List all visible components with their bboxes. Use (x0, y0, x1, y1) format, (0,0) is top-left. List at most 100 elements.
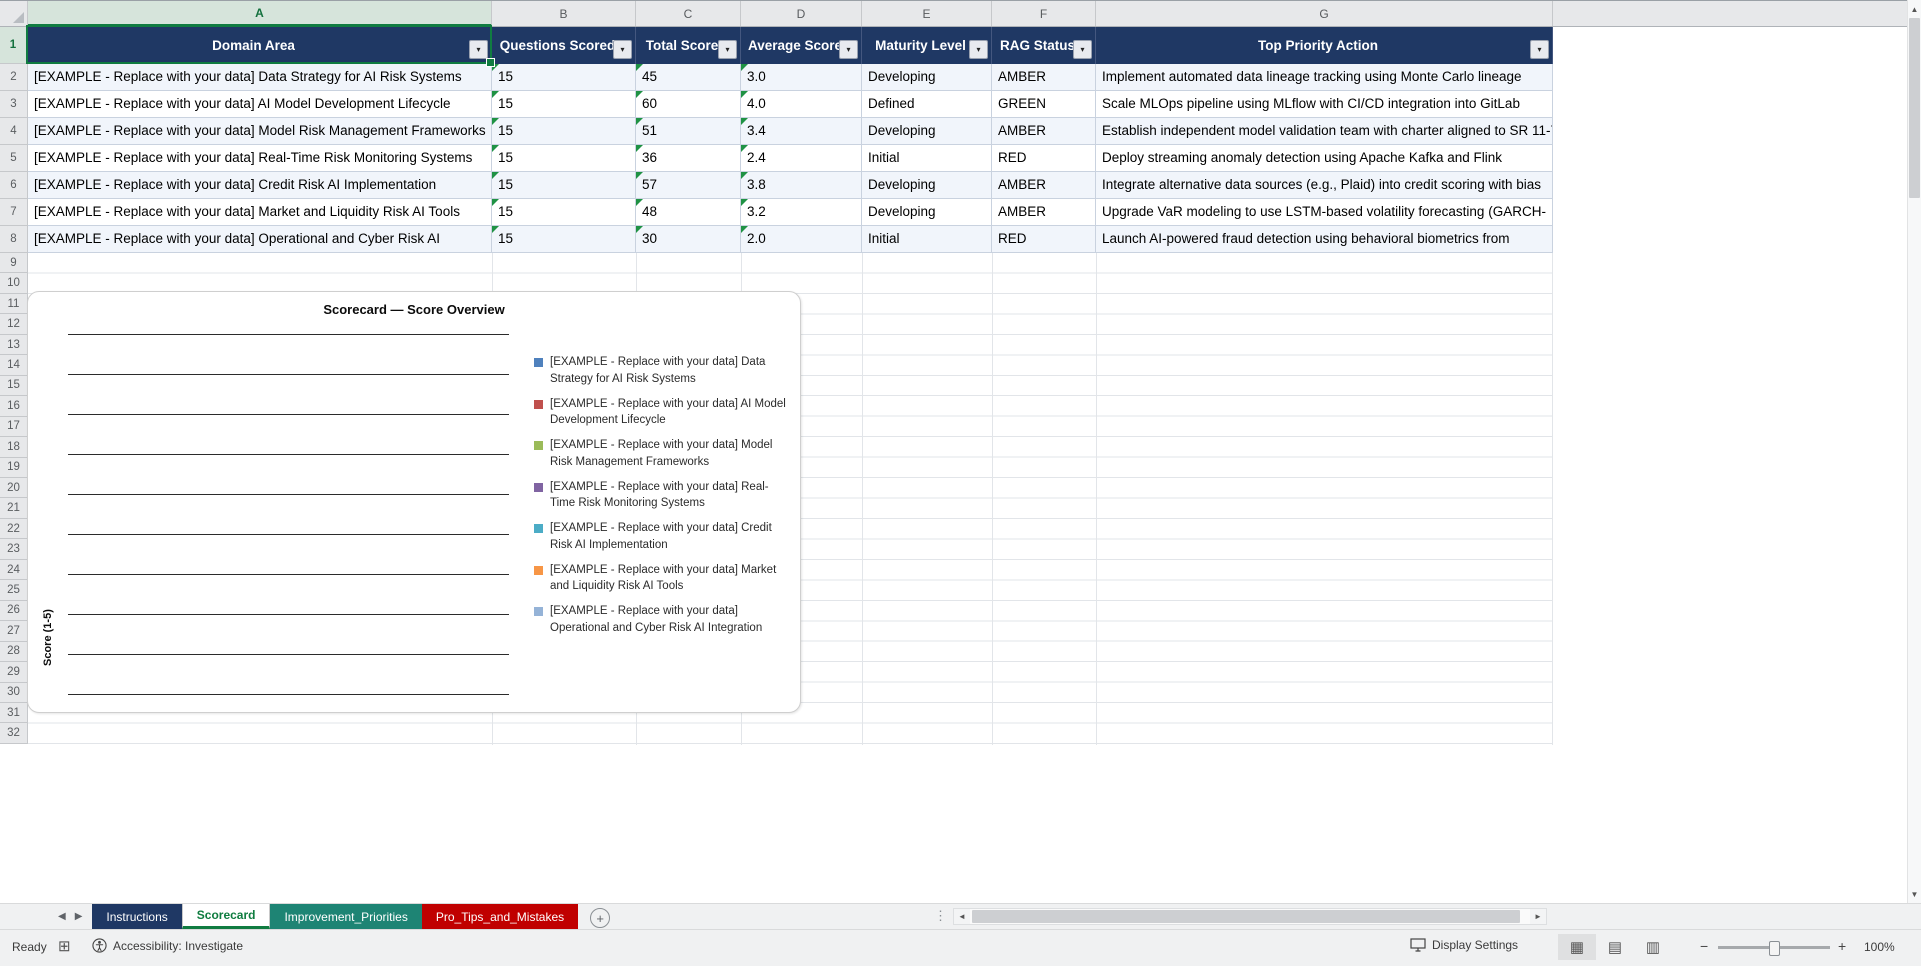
cell-maturity-level[interactable]: Developing (862, 199, 992, 226)
cell-total-score[interactable]: 60 (636, 91, 741, 118)
cell-top-priority-action[interactable]: Implement automated data lineage trackin… (1096, 64, 1553, 91)
horizontal-scroll-thumb[interactable] (972, 910, 1520, 923)
vertical-scrollbar[interactable]: ▲ ▼ (1907, 0, 1921, 903)
column-header-d[interactable]: D (741, 1, 862, 26)
legend-entry[interactable]: [EXAMPLE - Replace with your data] Opera… (534, 603, 792, 636)
cell-total-score[interactable]: 57 (636, 172, 741, 199)
legend-entry[interactable]: [EXAMPLE - Replace with your data] AI Mo… (534, 396, 792, 429)
cell-questions-scored[interactable]: 15 (492, 199, 636, 226)
row-header[interactable]: 15 (0, 375, 28, 397)
header-top-priority-action[interactable]: Top Priority Action ▾ (1096, 27, 1553, 64)
row-header[interactable]: 7 (0, 199, 28, 226)
filter-dropdown-icon[interactable]: ▾ (718, 40, 737, 59)
row-header[interactable]: 13 (0, 334, 28, 356)
header-maturity-level[interactable]: Maturity Level ▾ (862, 27, 992, 64)
cell-maturity-level[interactable]: Initial (862, 226, 992, 253)
display-settings-button[interactable]: Display Settings (1410, 938, 1518, 952)
row-header[interactable]: 16 (0, 396, 28, 417)
cell-questions-scored[interactable]: 15 (492, 64, 636, 91)
vertical-scroll-thumb[interactable] (1909, 18, 1920, 198)
cell-average-score[interactable]: 2.0 (741, 226, 862, 253)
cell-questions-scored[interactable]: 15 (492, 118, 636, 145)
row-header[interactable]: 31 (0, 702, 28, 724)
column-header-e[interactable]: E (862, 1, 992, 26)
filter-dropdown-icon[interactable]: ▾ (469, 40, 488, 59)
cell-top-priority-action[interactable]: Establish independent model validation t… (1096, 118, 1553, 145)
filter-dropdown-icon[interactable]: ▾ (839, 40, 858, 59)
embedded-chart[interactable]: Scorecard — Score Overview Score (1-5) [… (27, 291, 801, 713)
row-header[interactable]: 14 (0, 355, 28, 376)
row-header[interactable]: 32 (0, 723, 28, 744)
sheet-tab-improvement-priorities[interactable]: Improvement_Priorities (270, 904, 422, 929)
cell-rag-status[interactable]: AMBER (992, 118, 1096, 145)
row-header[interactable]: 12 (0, 314, 28, 335)
new-sheet-icon[interactable]: + (590, 908, 611, 928)
sheet-tab-scorecard[interactable]: Scorecard (181, 904, 271, 929)
zoom-level[interactable]: 100% (1864, 940, 1895, 954)
cell-domain-area[interactable]: [EXAMPLE - Replace with your data] AI Mo… (28, 91, 492, 118)
legend-entry[interactable]: [EXAMPLE - Replace with your data] Marke… (534, 562, 792, 595)
cell-domain-area[interactable]: [EXAMPLE - Replace with your data] Credi… (28, 172, 492, 199)
cell-average-score[interactable]: 3.0 (741, 64, 862, 91)
row-header[interactable]: 26 (0, 600, 28, 622)
header-rag-status[interactable]: RAG Status ▾ (992, 27, 1096, 64)
header-domain-area[interactable]: Domain Area ▾ (28, 27, 492, 64)
cell-average-score[interactable]: 3.8 (741, 172, 862, 199)
column-header-c[interactable]: C (636, 1, 741, 26)
zoom-slider-thumb[interactable] (1769, 941, 1780, 956)
sheet-tab-pro-tips-and-mistakes[interactable]: Pro_Tips_and_Mistakes (421, 904, 579, 929)
row-header[interactable]: 6 (0, 172, 28, 199)
row-header[interactable]: 10 (0, 273, 28, 294)
cell-maturity-level[interactable]: Developing (862, 64, 992, 91)
column-header-g[interactable]: G (1096, 1, 1553, 26)
header-total-score[interactable]: Total Score ▾ (636, 27, 741, 64)
page-layout-view-icon[interactable]: ▤ (1596, 934, 1634, 960)
row-header[interactable]: 2 (0, 64, 28, 91)
cell-rag-status[interactable]: RED (992, 226, 1096, 253)
row-header[interactable]: 17 (0, 416, 28, 438)
row-header[interactable]: 22 (0, 518, 28, 540)
row-header[interactable]: 20 (0, 477, 28, 499)
row-header[interactable]: 27 (0, 621, 28, 642)
cell-rag-status[interactable]: AMBER (992, 199, 1096, 226)
cell-rag-status[interactable]: GREEN (992, 91, 1096, 118)
column-header-b[interactable]: B (492, 1, 636, 26)
cell-questions-scored[interactable]: 15 (492, 226, 636, 253)
cell-maturity-level[interactable]: Developing (862, 118, 992, 145)
cell-rag-status[interactable]: AMBER (992, 64, 1096, 91)
row-header[interactable]: 25 (0, 580, 28, 601)
horizontal-scroll-track[interactable] (970, 909, 1530, 924)
row-header[interactable]: 11 (0, 293, 28, 315)
cell-questions-scored[interactable]: 15 (492, 145, 636, 172)
row-header[interactable]: 3 (0, 91, 28, 118)
cell-average-score[interactable]: 3.2 (741, 199, 862, 226)
legend-entry[interactable]: [EXAMPLE - Replace with your data] Credi… (534, 520, 792, 553)
row-header[interactable]: 24 (0, 559, 28, 581)
cell-rag-status[interactable]: AMBER (992, 172, 1096, 199)
column-header-a[interactable]: A (28, 1, 492, 26)
row-header[interactable]: 8 (0, 226, 28, 253)
cell-domain-area[interactable]: [EXAMPLE - Replace with your data] Model… (28, 118, 492, 145)
tab-prev-icon[interactable]: ◀ (58, 911, 66, 922)
row-header[interactable]: 4 (0, 118, 28, 145)
zoom-slider[interactable] (1718, 941, 1830, 956)
cell-total-score[interactable]: 48 (636, 199, 741, 226)
scroll-down-icon[interactable]: ▼ (1908, 886, 1921, 902)
cell-top-priority-action[interactable]: Integrate alternative data sources (e.g.… (1096, 172, 1553, 199)
tab-scrollbar-splitter[interactable]: ⋮ (934, 908, 947, 924)
cell-maturity-level[interactable]: Developing (862, 172, 992, 199)
legend-entry[interactable]: [EXAMPLE - Replace with your data] Real-… (534, 479, 792, 512)
accessibility-status[interactable]: Accessibility: Investigate (92, 938, 243, 953)
cell-maturity-level[interactable]: Defined (862, 91, 992, 118)
column-header-f[interactable]: F (992, 1, 1096, 26)
row-header[interactable]: 29 (0, 662, 28, 683)
cell-domain-area[interactable]: [EXAMPLE - Replace with your data] Real-… (28, 145, 492, 172)
header-questions-scored[interactable]: Questions Scored ▾ (492, 27, 636, 64)
legend-entry[interactable]: [EXAMPLE - Replace with your data] Data … (534, 354, 792, 387)
horizontal-scrollbar[interactable]: ◄ ► (953, 908, 1547, 925)
cell-top-priority-action[interactable]: Scale MLOps pipeline using MLflow with C… (1096, 91, 1553, 118)
row-header[interactable]: 21 (0, 498, 28, 519)
select-all-button[interactable] (0, 1, 28, 26)
row-header[interactable]: 5 (0, 145, 28, 172)
cell-top-priority-action[interactable]: Upgrade VaR modeling to use LSTM-based v… (1096, 199, 1553, 226)
